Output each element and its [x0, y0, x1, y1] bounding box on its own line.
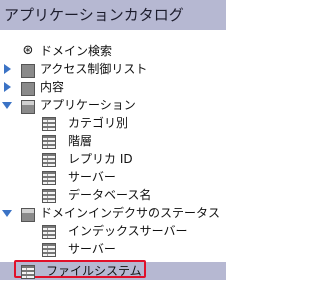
- folder-open-icon: [21, 208, 35, 222]
- expand-icon[interactable]: [4, 82, 11, 92]
- tree-item-label: ファイルシステム: [46, 264, 142, 278]
- tree-item-label: アクセス制御リスト: [40, 62, 148, 76]
- tree-item-file-system[interactable]: ファイルシステム: [0, 260, 226, 280]
- table-icon: [42, 189, 56, 203]
- tree-item-label: ドメインインデクサのステータス: [40, 206, 221, 220]
- tree-item-label: インデックスサーバー: [68, 224, 188, 238]
- window-title: アプリケーションカタログ: [0, 0, 226, 30]
- folder-closed-icon: [21, 64, 35, 78]
- search-icon: ⊛: [22, 43, 34, 58]
- table-icon: [42, 153, 56, 167]
- tree-item-domain-search[interactable]: ⊛ ドメイン検索: [0, 42, 226, 60]
- folder-open-icon: [21, 100, 35, 114]
- table-icon: [42, 117, 56, 131]
- tree-item-label: 内容: [40, 80, 65, 94]
- tree-item-label: カテゴリ別: [68, 116, 129, 130]
- tree-item-by-category[interactable]: カテゴリ別: [0, 114, 226, 132]
- table-icon: [42, 171, 56, 185]
- table-icon: [42, 225, 56, 239]
- folder-closed-icon: [21, 82, 35, 96]
- table-icon: [42, 135, 56, 149]
- tree-item-label: レプリカ ID: [68, 152, 133, 166]
- tree-item-label: ドメイン検索: [40, 44, 113, 58]
- tree-item-replica-id[interactable]: レプリカ ID: [0, 150, 226, 168]
- table-icon: [21, 265, 35, 279]
- tree-item-acl[interactable]: アクセス制御リスト: [0, 60, 226, 78]
- expand-icon[interactable]: [4, 64, 11, 74]
- navigation-tree: ⊛ ドメイン検索 アクセス制御リスト 内容 アプリケーション カテゴリ別 階層 …: [0, 42, 226, 280]
- tree-item-index-server[interactable]: インデックスサーバー: [0, 222, 226, 240]
- tree-item-label: アプリケーション: [40, 98, 136, 112]
- collapse-icon[interactable]: [2, 102, 12, 109]
- collapse-icon[interactable]: [2, 210, 12, 217]
- tree-item-contents[interactable]: 内容: [0, 78, 226, 96]
- tree-item-label: 階層: [68, 134, 93, 148]
- tree-item-server-2[interactable]: サーバー: [0, 240, 226, 258]
- tree-item-label: データベース名: [68, 188, 152, 202]
- table-icon: [42, 243, 56, 257]
- tree-item-domain-indexer-status[interactable]: ドメインインデクサのステータス: [0, 204, 226, 222]
- tree-item-label: サーバー: [68, 242, 116, 256]
- tree-item-hierarchy[interactable]: 階層: [0, 132, 226, 150]
- tree-item-applications[interactable]: アプリケーション: [0, 96, 226, 114]
- tree-item-server[interactable]: サーバー: [0, 168, 226, 186]
- tree-item-database-name[interactable]: データベース名: [0, 186, 226, 204]
- tree-item-label: サーバー: [68, 170, 116, 184]
